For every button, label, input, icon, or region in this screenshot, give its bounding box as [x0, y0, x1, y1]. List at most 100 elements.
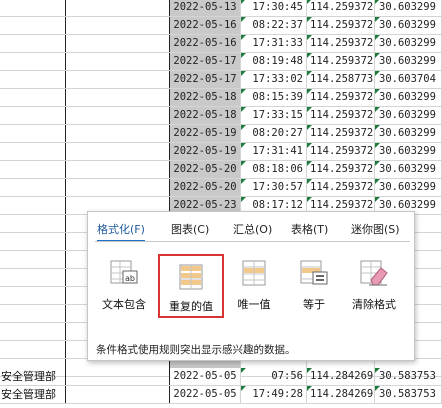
cell-latitude[interactable]: 30.603299	[375, 0, 442, 16]
error-indicator-icon	[307, 125, 312, 130]
cell-latitude[interactable]: 30.583753	[375, 386, 442, 403]
option-duplicate-values[interactable]: 重复的值	[158, 254, 224, 318]
cell-dept[interactable]	[0, 215, 66, 232]
cell-dept[interactable]	[0, 251, 66, 268]
error-indicator-icon	[307, 161, 312, 166]
option-clear-format[interactable]: 清除格式	[346, 252, 402, 320]
cell-dept[interactable]	[0, 143, 66, 160]
cell-dept[interactable]	[0, 17, 66, 34]
cell-dept[interactable]	[0, 107, 66, 124]
cell-name[interactable]	[66, 89, 170, 106]
cell-name[interactable]	[66, 0, 170, 16]
cell-longitude[interactable]: 114.259372	[307, 53, 375, 70]
option-unique-values[interactable]: 唯一值	[226, 252, 282, 320]
cell-name[interactable]	[66, 17, 170, 34]
cell-time[interactable]: 17:31:33	[241, 35, 307, 52]
cell-time[interactable]: 17:30:45	[241, 0, 307, 16]
quick-analysis-popup: 格式化(F) 图表(C) 汇总(O) 表格(T) 迷你图(S) ab 文本包含	[87, 211, 415, 361]
cell-dept[interactable]	[0, 287, 66, 304]
cell-name[interactable]	[66, 125, 170, 142]
cell-longitude[interactable]: 114.258773	[307, 71, 375, 88]
cell-time[interactable]: 17:49:28	[241, 386, 307, 403]
cell-dept[interactable]	[0, 305, 66, 322]
tab-charts[interactable]: 图表(C)	[171, 222, 209, 240]
cell-longitude[interactable]: 114.259372	[307, 161, 375, 178]
cell-time[interactable]: 07:56	[241, 368, 307, 385]
cell-latitude[interactable]: 30.583753	[375, 368, 442, 385]
cell-longitude[interactable]: 114.259372	[307, 107, 375, 124]
cell-date[interactable]: 2022-05-13	[170, 0, 241, 16]
cell-latitude[interactable]: 30.603299	[375, 161, 442, 178]
cell-longitude[interactable]: 114.259372	[307, 17, 375, 34]
cell-dept[interactable]	[0, 125, 66, 142]
tab-sparklines[interactable]: 迷你图(S)	[351, 222, 400, 240]
cell-dept[interactable]	[0, 341, 66, 358]
cell-date[interactable]: 2022-05-20	[170, 179, 241, 196]
cell-time[interactable]: 17:30:57	[241, 179, 307, 196]
cell-name[interactable]	[66, 71, 170, 88]
cell-time[interactable]: 08:15:39	[241, 89, 307, 106]
cell-date[interactable]: 2022-05-17	[170, 53, 241, 70]
cell-date[interactable]: 2022-05-19	[170, 143, 241, 160]
cell-longitude[interactable]: 114.259372	[307, 0, 375, 16]
cell-dept[interactable]: 安全管理部	[0, 386, 66, 403]
cell-dept[interactable]	[0, 269, 66, 286]
cell-longitude[interactable]: 114.259372	[307, 179, 375, 196]
cell-longitude[interactable]: 114.284269	[307, 386, 375, 403]
cell-name[interactable]	[66, 53, 170, 70]
cell-name[interactable]	[66, 107, 170, 124]
option-equal-to[interactable]: 等于	[286, 252, 342, 320]
cell-latitude[interactable]: 30.603704	[375, 71, 442, 88]
cell-latitude[interactable]: 30.603299	[375, 53, 442, 70]
cell-date[interactable]: 2022-05-17	[170, 71, 241, 88]
cell-longitude[interactable]: 114.259372	[307, 35, 375, 52]
cell-dept[interactable]	[0, 179, 66, 196]
cell-longitude[interactable]: 114.284269	[307, 368, 375, 385]
cell-dept[interactable]	[0, 89, 66, 106]
cell-name[interactable]	[66, 368, 170, 385]
cell-date[interactable]: 2022-05-18	[170, 89, 241, 106]
cell-dept[interactable]	[0, 233, 66, 250]
cell-date[interactable]: 2022-05-20	[170, 161, 241, 178]
cell-latitude[interactable]: 30.603299	[375, 17, 442, 34]
cell-longitude[interactable]: 114.259372	[307, 125, 375, 142]
cell-name[interactable]	[66, 143, 170, 160]
tab-totals[interactable]: 汇总(O)	[233, 222, 272, 240]
cell-latitude[interactable]: 30.603299	[375, 35, 442, 52]
cell-latitude[interactable]: 30.603299	[375, 179, 442, 196]
cell-name[interactable]	[66, 386, 170, 403]
cell-time[interactable]: 17:33:15	[241, 107, 307, 124]
cell-dept[interactable]	[0, 53, 66, 70]
cell-dept[interactable]	[0, 35, 66, 52]
cell-name[interactable]	[66, 179, 170, 196]
tab-formatting[interactable]: 格式化(F)	[97, 222, 145, 242]
tab-tables[interactable]: 表格(T)	[291, 222, 328, 240]
cell-dept[interactable]	[0, 323, 66, 340]
cell-longitude[interactable]: 114.259372	[307, 143, 375, 160]
cell-dept[interactable]	[0, 71, 66, 88]
cell-dept[interactable]	[0, 161, 66, 178]
cell-date[interactable]: 2022-05-18	[170, 107, 241, 124]
cell-date[interactable]: 2022-05-19	[170, 125, 241, 142]
cell-latitude[interactable]: 30.603299	[375, 107, 442, 124]
cell-name[interactable]	[66, 161, 170, 178]
cell-time[interactable]: 17:33:02	[241, 71, 307, 88]
cell-time[interactable]: 08:22:37	[241, 17, 307, 34]
cell-time[interactable]: 17:31:41	[241, 143, 307, 160]
cell-time[interactable]: 08:20:27	[241, 125, 307, 142]
cell-latitude[interactable]: 30.603299	[375, 143, 442, 160]
cell-latitude[interactable]: 30.603299	[375, 125, 442, 142]
cell-latitude[interactable]: 30.603299	[375, 89, 442, 106]
cell-date[interactable]: 2022-05-05	[170, 386, 241, 403]
cell-dept[interactable]	[0, 197, 66, 214]
option-text-contains[interactable]: ab 文本包含	[96, 252, 152, 320]
cell-date[interactable]: 2022-05-16	[170, 17, 241, 34]
cell-dept[interactable]	[0, 0, 66, 16]
cell-date[interactable]: 2022-05-16	[170, 35, 241, 52]
cell-name[interactable]	[66, 35, 170, 52]
cell-time[interactable]: 08:19:48	[241, 53, 307, 70]
cell-time[interactable]: 08:18:06	[241, 161, 307, 178]
cell-date[interactable]: 2022-05-05	[170, 368, 241, 385]
cell-longitude[interactable]: 114.259372	[307, 89, 375, 106]
cell-dept[interactable]: 安全管理部	[0, 368, 66, 385]
